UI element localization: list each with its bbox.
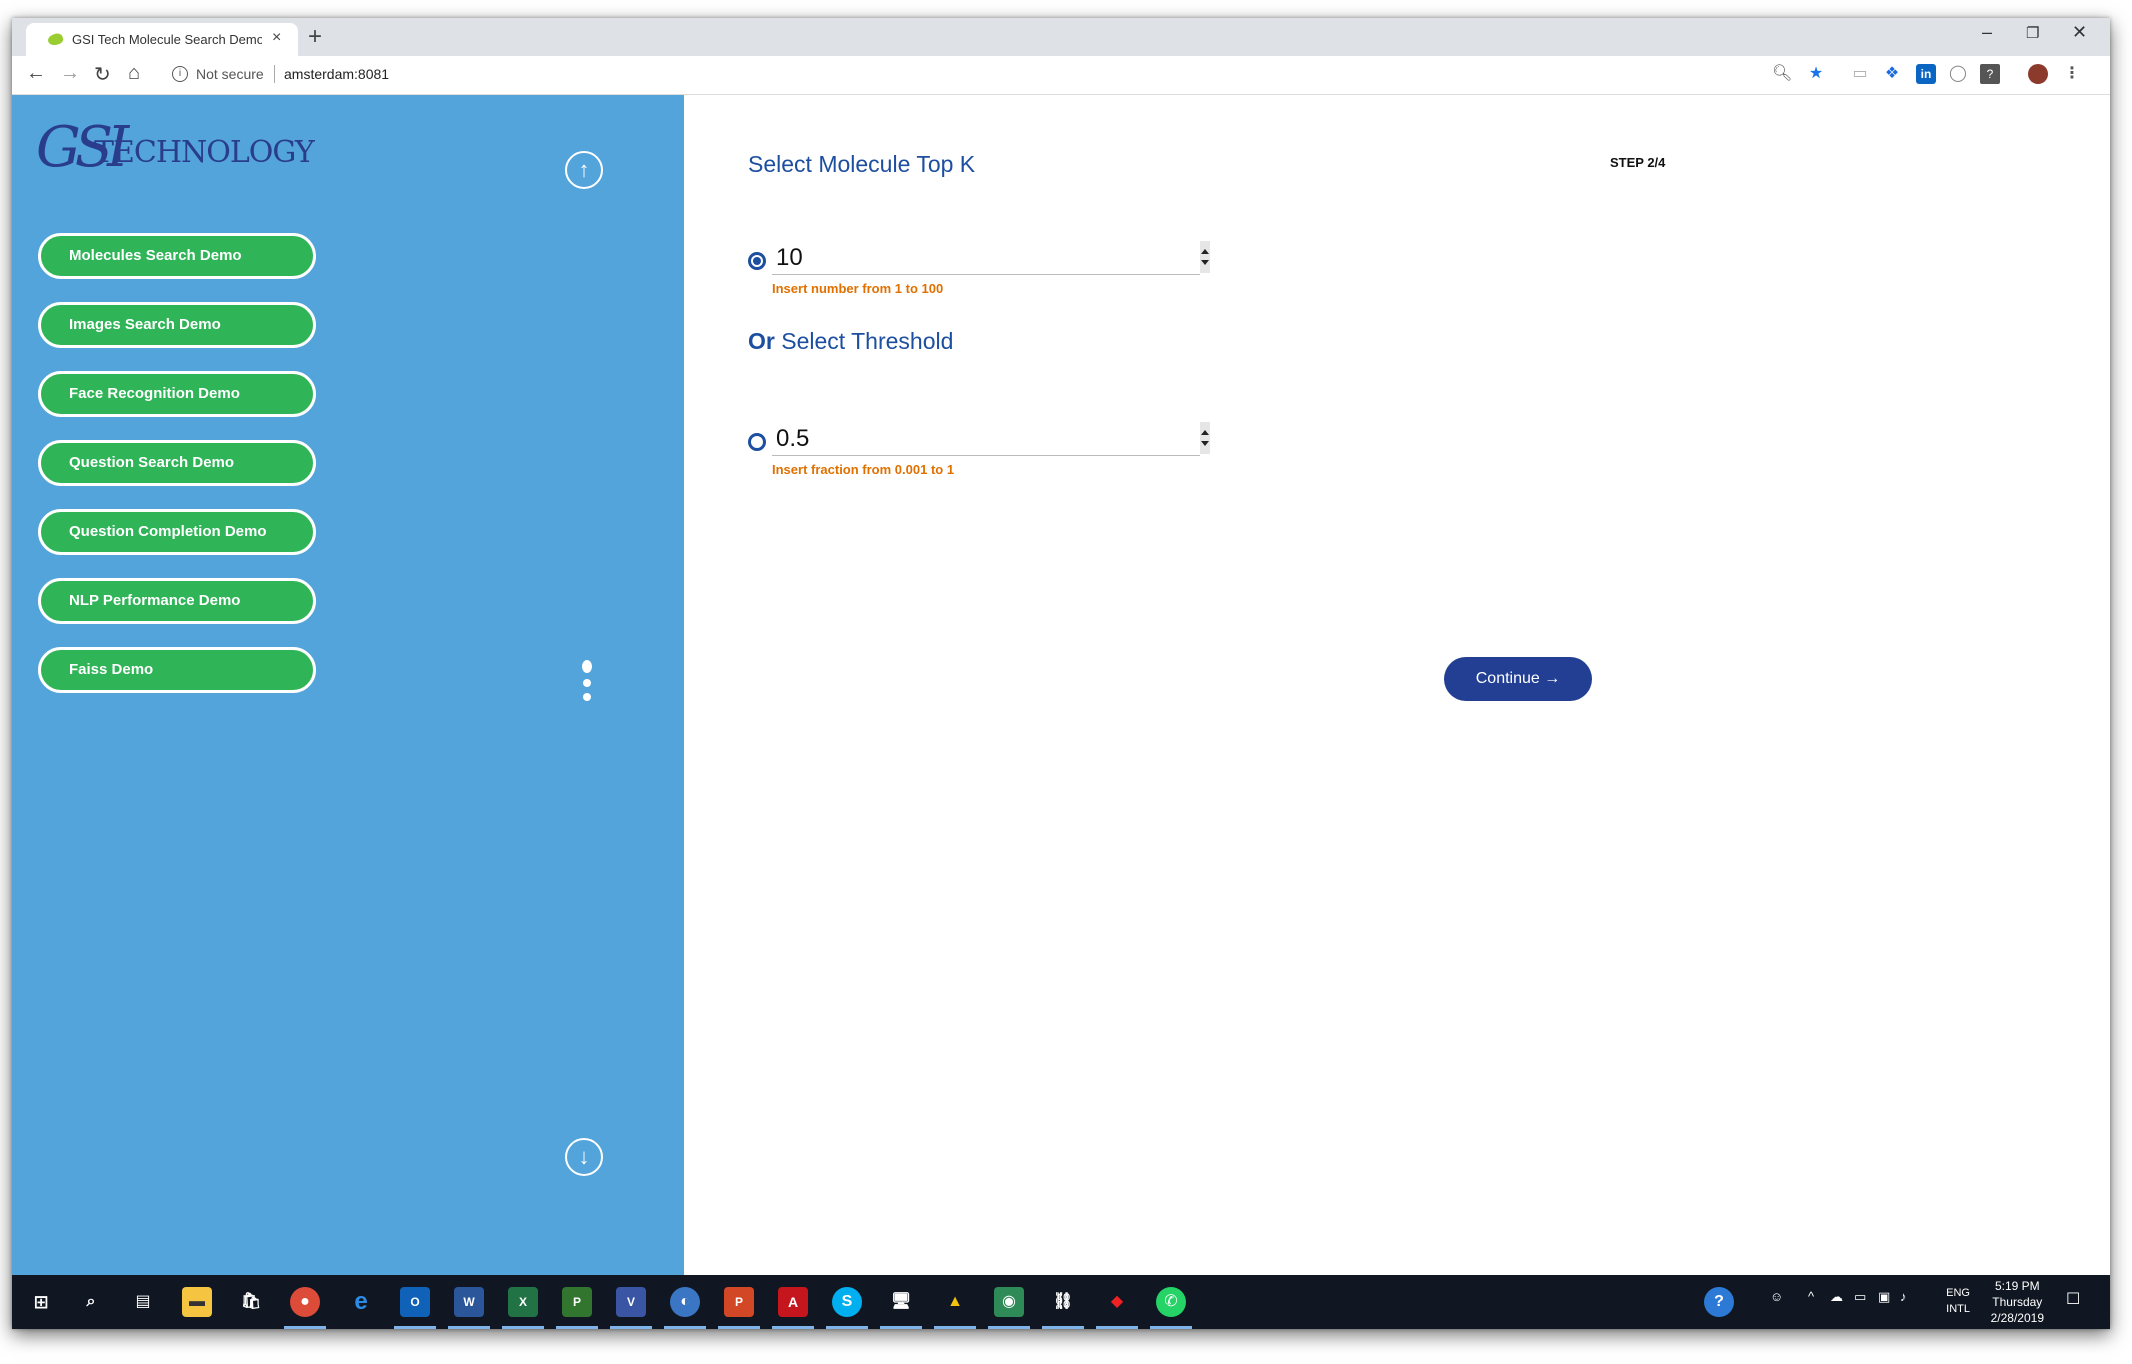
excel-icon[interactable]: X [502, 1287, 544, 1329]
logo-text: TECHNOLOGY [94, 135, 315, 170]
language-line1: ENG [1946, 1287, 1970, 1299]
address-bar[interactable]: i Not secure amsterdam:8081 [162, 61, 1802, 89]
threshold-input[interactable]: 0.5 [772, 422, 1200, 456]
help-tray-icon[interactable]: ? [1704, 1287, 1734, 1317]
store-icon[interactable]: 🛍︎ [236, 1287, 266, 1317]
people-icon[interactable]: ☺ [1770, 1289, 1783, 1304]
threshold-title: Select Threshold [781, 328, 954, 354]
or-label: Or [748, 328, 775, 354]
security-label: Not secure [196, 66, 264, 82]
page-title: Select Molecule Top K [748, 151, 976, 177]
clock-date: 2/28/2019 [1990, 1311, 2044, 1325]
continue-button[interactable]: Continue → [1444, 657, 1592, 701]
google-drive-icon[interactable]: ▲ [934, 1287, 976, 1329]
sidebar-item-nlp-performance[interactable]: NLP Performance Demo [38, 578, 316, 624]
project-icon[interactable]: P [556, 1287, 598, 1329]
scroll-up-icon[interactable]: ↑ [565, 151, 603, 189]
threshold-heading: Or Select Threshold [748, 328, 953, 355]
divider [274, 65, 275, 83]
sidebar-item-molecules-search[interactable]: Molecules Search Demo [38, 233, 316, 279]
battery-icon[interactable]: ▭ [1854, 1289, 1866, 1305]
word-icon[interactable]: W [448, 1287, 490, 1329]
topk-radio[interactable] [748, 252, 766, 270]
file-explorer-icon[interactable]: ▬ [182, 1287, 212, 1317]
reload-icon[interactable]: ↻ [94, 62, 111, 87]
info-icon[interactable]: i [172, 66, 188, 82]
profile-avatar[interactable] [2028, 64, 2048, 84]
screenshot: GSI Tech Molecule Search Demo × + – ❐ ✕ … [12, 18, 2110, 1329]
clock[interactable]: 5:19 PM Thursday 2/28/2019 [1991, 1278, 2044, 1326]
back-arrow-icon[interactable]: ← [26, 62, 46, 85]
scroll-down-icon[interactable]: ↓ [565, 1138, 603, 1176]
step-indicator: STEP 2/4 [1610, 155, 1666, 170]
new-tab-button[interactable]: + [308, 23, 322, 51]
chevron-up-icon[interactable]: ^ [1808, 1289, 1814, 1304]
whatsapp-icon[interactable]: ✆ [1150, 1287, 1192, 1329]
sidebar: GSI TECHNOLOGY ↑ Molecules Search Demo I… [12, 95, 684, 1275]
close-tab-icon[interactable]: × [272, 29, 281, 47]
language-switcher[interactable]: ENG INTL [1946, 1285, 1970, 1317]
task-view-icon[interactable]: ▤ [128, 1287, 158, 1317]
linkedin-icon[interactable]: in [1916, 64, 1936, 84]
minimize-button[interactable]: – [1982, 22, 1992, 43]
topk-input[interactable]: 10 [772, 241, 1200, 275]
windows-start-icon[interactable]: ⊞ [26, 1287, 56, 1317]
chrome-icon[interactable]: ● [284, 1287, 326, 1329]
topk-hint: Insert number from 1 to 100 [772, 281, 944, 296]
app-icon[interactable]: ◐ [664, 1287, 706, 1329]
skype-icon[interactable]: S [826, 1287, 868, 1329]
vertical-dots-icon[interactable] [582, 660, 592, 707]
dropbox-icon[interactable]: ❖ [1882, 64, 1902, 84]
forward-arrow-icon[interactable]: → [60, 62, 80, 85]
sidebar-item-question-search[interactable]: Question Search Demo [38, 440, 316, 486]
bookmark-star-icon[interactable]: ★ [1806, 64, 1826, 84]
app-diamond-icon[interactable]: ◆ [1096, 1287, 1138, 1329]
clock-time: 5:19 PM [1994, 1279, 2040, 1293]
main-panel: Select Molecule Top K STEP 2/4 10 Insert… [684, 95, 2110, 1275]
edge-icon[interactable]: e [346, 1287, 376, 1317]
site-favicon-icon [46, 31, 65, 48]
onedrive-icon[interactable]: ☁ [1830, 1289, 1843, 1305]
extension-icon[interactable]: ▭ [1850, 64, 1870, 84]
window-close-button[interactable]: ✕ [2072, 22, 2087, 43]
chrome-menu-icon[interactable]: ⋮ [2062, 64, 2082, 84]
language-line2: INTL [1946, 1303, 1970, 1315]
sidebar-item-faiss[interactable]: Faiss Demo [38, 647, 316, 693]
sidebar-item-images-search[interactable]: Images Search Demo [38, 302, 316, 348]
maps-icon[interactable]: ◉ [988, 1287, 1030, 1329]
clock-day: Thursday [1992, 1295, 2043, 1309]
url-text[interactable]: amsterdam:8081 [284, 66, 389, 82]
zoom-icon[interactable]: 🔍︎ [1772, 64, 1792, 84]
visio-icon[interactable]: V [610, 1287, 652, 1329]
browser-tab-strip: GSI Tech Molecule Search Demo × + – ❐ ✕ [12, 18, 2110, 56]
sidebar-item-question-completion[interactable]: Question Completion Demo [38, 509, 316, 555]
github-icon[interactable]: ◯ [1948, 64, 1968, 84]
sidebar-item-face-recognition[interactable]: Face Recognition Demo [38, 371, 316, 417]
home-icon[interactable]: ⌂ [128, 62, 140, 85]
browser-toolbar: ← → ↻ ⌂ i Not secure amsterdam:8081 🔍︎ ★… [12, 56, 2110, 95]
restore-button[interactable]: ❐ [2026, 24, 2039, 42]
help-extension-icon[interactable]: ? [1980, 64, 2000, 84]
search-icon[interactable]: ⌕ [76, 1287, 106, 1317]
gsi-technology-logo: GSI TECHNOLOGY [36, 115, 315, 183]
browser-tab[interactable]: GSI Tech Molecule Search Demo × [26, 23, 298, 56]
outlook-icon[interactable]: O [394, 1287, 436, 1329]
network-icon[interactable]: ▣ [1878, 1289, 1890, 1305]
topk-stepper[interactable] [1200, 241, 1210, 273]
network-app-icon[interactable]: ⛓︎ [1042, 1287, 1084, 1329]
threshold-stepper[interactable] [1200, 422, 1210, 454]
tab-title: GSI Tech Molecule Search Demo [72, 32, 262, 47]
threshold-radio[interactable] [748, 433, 766, 451]
notifications-icon[interactable]: ☐ [2066, 1289, 2080, 1309]
windows-taskbar: ⊞ ⌕ ▤ ▬ 🛍︎ ● e O W X P V ◐ P A S 🖥︎ ▲ ◉ … [12, 1275, 2110, 1329]
volume-icon[interactable]: ♪ [1900, 1289, 1907, 1304]
powerpoint-icon[interactable]: P [718, 1287, 760, 1329]
remote-desktop-icon[interactable]: 🖥︎ [880, 1287, 922, 1329]
acrobat-icon[interactable]: A [772, 1287, 814, 1329]
threshold-hint: Insert fraction from 0.001 to 1 [772, 462, 955, 477]
